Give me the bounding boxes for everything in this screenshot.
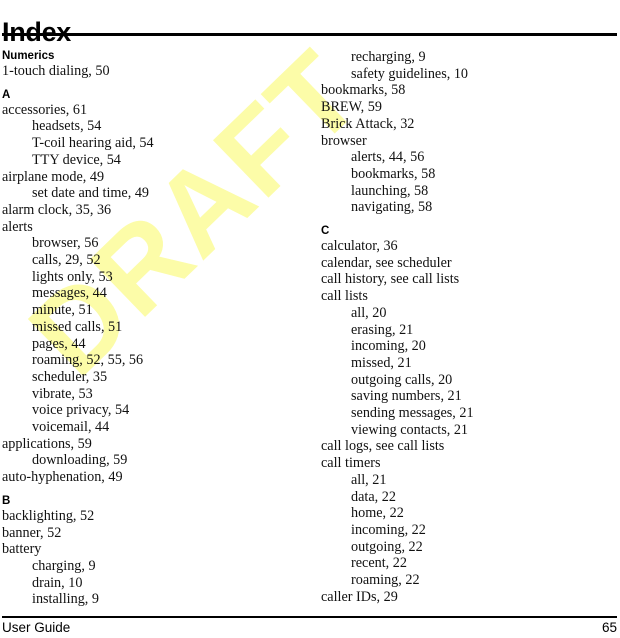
index-subentry: alerts, 44, 56: [351, 149, 425, 166]
index-entry: BREW, 59: [321, 99, 382, 116]
index-subentry: minute, 51: [32, 302, 93, 319]
index-subentry: vibrate, 53: [32, 385, 93, 402]
index-entry: accessories, 61: [2, 101, 88, 118]
index-subentry: roaming, 22: [351, 572, 420, 589]
index-columns: Numerics 1-touch dialing, 50 Aaccessories,…: [0, 49, 620, 609]
index-subentry: outgoing calls, 20: [351, 371, 453, 388]
index-subentry: recent, 22: [351, 555, 407, 572]
index-subentry: navigating, 58: [351, 199, 433, 216]
index-subentry: voice privacy, 54: [32, 402, 130, 419]
index-subentry: incoming, 20: [351, 338, 426, 355]
index-entry: call timers: [321, 455, 381, 472]
index-subentry: erasing, 21: [351, 321, 414, 338]
index-subentry: launching, 58: [351, 182, 429, 199]
page-footer: User Guide 65: [2, 619, 617, 638]
index-subentry: all, 20: [351, 304, 387, 321]
index-subentry: charging, 9: [32, 557, 96, 574]
index-section-heading: A: [2, 88, 11, 101]
index-entry: banner, 52: [2, 524, 62, 541]
index-entry: call lists: [321, 288, 368, 305]
index-subentry: bookmarks, 58: [351, 165, 436, 182]
index-entry: browser: [321, 132, 367, 149]
index-subentry: home, 22: [351, 505, 404, 522]
index-page: DRAFT Index Numerics1-touch dialing, 50A…: [0, 0, 620, 638]
footer-divider: [2, 616, 617, 618]
header-divider: [2, 33, 617, 36]
index-subentry: messages, 44: [32, 285, 107, 302]
index-subentry: missed, 21: [351, 354, 412, 371]
index-subentry: recharging, 9: [351, 49, 426, 65]
index-section-heading: B: [2, 494, 11, 507]
index-subentry: pages, 44: [32, 335, 86, 352]
index-entry: Brick Attack, 32: [321, 115, 415, 132]
index-subentry: roaming, 52, 55, 56: [32, 352, 144, 369]
index-subentry: calls, 29, 52: [32, 252, 101, 269]
index-entry-list-right: recharging, 9 safety guidelines, 10 bookma…: [321, 49, 611, 606]
index-entry: battery: [2, 541, 42, 558]
index-entry: alerts: [2, 218, 33, 235]
index-column-right: recharging, 9 safety guidelines, 10 bookma…: [321, 49, 611, 606]
index-subentry: installing, 9: [32, 591, 99, 608]
index-subentry: set date and time, 49: [32, 185, 150, 202]
index-entry: 1-touch dialing, 50: [2, 63, 110, 79]
index-entry-list-left: Numerics 1-touch dialing, 50 Aaccessories,…: [2, 49, 292, 608]
index-subentry: incoming, 22: [351, 521, 426, 538]
index-subentry: downloading, 59: [32, 452, 128, 469]
index-entry: airplane mode, 49: [2, 168, 105, 185]
index-subentry: safety guidelines, 10: [351, 65, 469, 82]
index-subentry: outgoing, 22: [351, 538, 423, 555]
index-column-left: Numerics 1-touch dialing, 50 Aaccessories,…: [2, 49, 292, 608]
index-entry: call history, see call lists: [321, 271, 460, 288]
footer-page-number: 65: [601, 620, 617, 635]
index-subentry: drain, 10: [32, 574, 83, 591]
index-subentry: data, 22: [351, 488, 396, 505]
index-entry: bookmarks, 58: [321, 82, 406, 99]
index-subentry: T-coil hearing aid, 54: [32, 135, 154, 152]
index-entry: auto-hyphenation, 49: [2, 469, 123, 486]
index-subentry: sending messages, 21: [351, 405, 474, 422]
index-subentry: headsets, 54: [32, 118, 102, 135]
index-entry: call logs, see call lists: [321, 438, 445, 455]
footer-document-label: User Guide: [2, 620, 71, 635]
index-subentry: saving numbers, 21: [351, 388, 462, 405]
index-subentry: missed calls, 51: [32, 318, 123, 335]
index-subentry: lights only, 53: [32, 268, 113, 285]
index-entry: caller IDs, 29: [321, 588, 398, 605]
index-entry: calculator, 36: [321, 238, 398, 255]
index-subentry: viewing contacts, 21: [351, 421, 469, 438]
index-entry: backlighting, 52: [2, 507, 95, 524]
index-subentry: browser, 56: [32, 235, 99, 252]
index-section-heading: Numerics: [2, 50, 55, 62]
index-subentry: TTY device, 54: [32, 151, 121, 168]
index-entry: alarm clock, 35, 36: [2, 201, 112, 218]
index-subentry: scheduler, 35: [32, 368, 108, 385]
index-entry: calendar, see scheduler: [321, 254, 452, 271]
index-subentry: all, 21: [351, 471, 387, 488]
index-entry: applications, 59: [2, 435, 92, 452]
index-subentry: voicemail, 44: [32, 419, 110, 436]
index-section-heading: C: [321, 225, 330, 238]
